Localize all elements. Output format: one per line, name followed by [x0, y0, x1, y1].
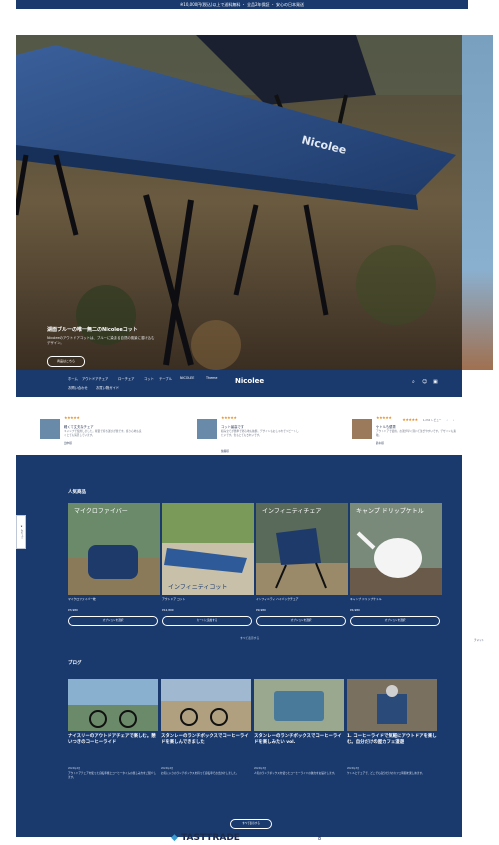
summary-stars: ★★★★★	[402, 417, 418, 422]
review-body: アウトドアで使用。お湯が早く沸いて注ぎやすいです。デザインも素敵。	[376, 430, 456, 437]
review-author: 佐藤様	[221, 450, 229, 453]
review-stars: ★★★★★	[64, 415, 80, 420]
blog-post-card[interactable]: スタンレーのランチボックスでコーヒーライドを楽しみたい vol. 2024年3月…	[254, 679, 344, 776]
blog-excerpt: アウトドアチェアを使った自転車旅とコーヒータイムの楽しみ方をご紹介します。	[68, 772, 157, 779]
product-image[interactable]: インフィニティチェア	[256, 503, 348, 595]
footer-mark: 8	[318, 836, 322, 842]
product-image-label: キャンプ ドリップケトル	[356, 508, 424, 515]
review-body: 組み立てが簡単で寝心地も抜群。デザインもおしゃれでリピートしたいです。色もとても…	[221, 430, 299, 437]
main-navigation: ホーム アウトドアチェア ローチェア コット テーブル NICOLEE Them…	[16, 370, 462, 397]
search-icon[interactable]: ⌕	[412, 379, 415, 385]
next-arrow-icon[interactable]: ›	[453, 418, 454, 422]
review-author: 田中様	[64, 442, 72, 445]
diamond-icon: ◆	[171, 833, 178, 843]
product-image-label: インフィニティチェア	[262, 508, 321, 515]
product-name[interactable]: アウトドア コット	[162, 597, 254, 606]
product-price: ¥4,980	[350, 608, 360, 612]
popular-products-heading: 人気商品	[68, 490, 86, 495]
view-all-blog-button[interactable]: すべて表示する	[230, 819, 272, 829]
blog-title[interactable]: スタンレーのランチボックスでコーヒーライドを楽しみたい vol.	[254, 734, 344, 765]
product-price: ¥9,980	[256, 608, 266, 612]
review-title: 軽くて丈夫なチェア	[64, 425, 94, 429]
nav-item-outdoor-chair[interactable]: アウトドアチェア	[82, 376, 108, 381]
product-card[interactable]: インフィニティコット アウトドア コット ¥12,800 カートに追加する	[162, 503, 254, 626]
product-image[interactable]: インフィニティコット	[162, 503, 254, 595]
product-name[interactable]: インフィニティ ハイバックチェア	[256, 597, 348, 606]
hero-shop-button[interactable]: 商品はこちら	[47, 356, 85, 367]
product-price: ¥3,980	[68, 608, 78, 612]
product-card[interactable]: キャンプ ドリップケトル キャンプ ドリップケトル ¥4,980 オプションを選…	[350, 503, 442, 626]
product-image[interactable]: マイクロファイバー	[68, 503, 160, 595]
product-image[interactable]: キャンプ ドリップケトル	[350, 503, 442, 595]
review-body: キャンプで使用しました。軽量で持ち運びが楽です。座り心地も良くとても満足していま…	[64, 430, 142, 437]
blog-image[interactable]	[347, 679, 437, 731]
hero-title: 湖面ブルーの唯一無二のNicoleeコット	[47, 327, 138, 333]
blog-image[interactable]	[161, 679, 251, 731]
select-options-button[interactable]: オプションを選択	[256, 616, 346, 626]
blog-date: 2024年3月	[254, 767, 267, 770]
nav-item-theme[interactable]: Theme	[206, 376, 217, 380]
blog-post-card[interactable]: スタンレーのランチボックスでコーヒーライドを楽しんできました 2024年4月 お…	[161, 679, 251, 776]
view-all-products-link[interactable]: すべて表示する	[240, 636, 259, 640]
blog-excerpt: お気に入りのランチボックスを持って自転車でお出かけしました。	[161, 772, 239, 775]
review-product-image	[40, 419, 60, 439]
nav-item-home[interactable]: ホーム	[68, 376, 78, 381]
blog-image[interactable]	[254, 679, 344, 731]
chat-label[interactable]: チャット	[474, 638, 484, 642]
select-options-button[interactable]: オプションを選択	[350, 616, 440, 626]
summary-count: 1,234 レビュー	[422, 419, 442, 422]
review-stars: ★★★★★	[376, 415, 392, 420]
reviews-side-tab[interactable]: ★ レビュー	[16, 515, 26, 549]
chat-icon[interactable]	[463, 636, 471, 644]
blog-title[interactable]: スタンレーのランチボックスでコーヒーライドを楽しんできました	[161, 734, 251, 765]
reviews-carousel: ★★★★★ 1,234 レビュー ‹ › ★★★★★ 軽くて丈夫なチェア キャン…	[16, 397, 462, 455]
reviews-summary: ★★★★★ 1,234 レビュー ‹ ›	[402, 406, 454, 425]
blog-title[interactable]: 1. コーヒーライドで気軽にアウトドアを楽しむ。自分だけの屋カフェ漫遊	[347, 734, 437, 765]
review-stars: ★★★★★	[221, 415, 237, 420]
prev-arrow-icon[interactable]: ‹	[447, 418, 448, 422]
select-options-button[interactable]: オプションを選択	[68, 616, 158, 626]
logo-text: Nicolee	[235, 377, 265, 385]
review-author: 鈴木様	[376, 442, 384, 445]
blog-image[interactable]	[68, 679, 158, 731]
nav-item-low-chair[interactable]: ローチェア	[118, 376, 134, 381]
product-price: ¥12,800	[162, 608, 174, 612]
blog-heading: ブログ	[68, 661, 82, 666]
product-name[interactable]: マイクロファイバー枕	[68, 597, 160, 606]
hero-subtitle: Nicoleeのアウトドアコットは、ブルーに染まる自然の風景に溶け込むデザイン。	[47, 336, 155, 345]
footer-logo-text: TASTTRADE	[181, 833, 240, 843]
hero-image: Nicolee	[16, 35, 462, 370]
product-card[interactable]: インフィニティチェア インフィニティ ハイバックチェア ¥9,980 オプション…	[256, 503, 348, 626]
footer-logo: ◆ TASTTRADE	[171, 833, 240, 843]
brand-logo[interactable]: Nicolee	[235, 377, 264, 385]
nav-item-nicolee[interactable]: NICOLEE	[180, 376, 194, 380]
blog-post-card[interactable]: ナイスリーのアウトドアチェアで楽しむ。憩いつきのコーヒーライド 2024年4月 …	[68, 679, 158, 780]
blog-date: 2024年3月	[347, 767, 360, 770]
product-name[interactable]: キャンプ ドリップケトル	[350, 597, 442, 606]
review-title: コット最高です	[221, 425, 245, 429]
review-product-image	[352, 419, 372, 439]
hero-next-slide[interactable]	[462, 35, 493, 370]
product-image-label: マイクロファイバー	[74, 508, 128, 515]
blog-date: 2024年4月	[68, 767, 81, 770]
nav-item-guide[interactable]: お買い物ガイド	[96, 385, 119, 390]
review-product-image	[197, 419, 217, 439]
content-section: 人気商品 マイクロファイバー マイクロファイバー枕 ¥3,980 オプションを選…	[16, 455, 462, 837]
announcement-bar: ※10,000円(税込)以上で送料無料 ・ 全品2年保証 ・ 安心の日本発送	[16, 0, 468, 9]
add-to-cart-button[interactable]: カートに追加する	[162, 616, 252, 626]
hero-banner: Nicolee	[16, 35, 462, 370]
product-image-label: インフィニティコット	[168, 584, 227, 591]
product-card[interactable]: マイクロファイバー マイクロファイバー枕 ¥3,980 オプションを選択	[68, 503, 160, 626]
cart-icon[interactable]: ▣	[433, 379, 438, 385]
review-title: ケトルも優秀	[376, 425, 396, 429]
account-icon[interactable]: ☺	[422, 379, 427, 385]
blog-date: 2024年4月	[161, 767, 174, 770]
blog-excerpt: 人気のランチボックスを使ったコーヒーライドの魅力をお届けします。	[254, 772, 337, 775]
nav-item-cot[interactable]: コット	[144, 376, 154, 381]
blog-post-card[interactable]: 1. コーヒーライドで気軽にアウトドアを楽しむ。自分だけの屋カフェ漫遊 2024…	[347, 679, 437, 776]
nav-item-table[interactable]: テーブル	[159, 376, 172, 381]
nav-item-contact[interactable]: お問い合わせ	[68, 385, 88, 390]
blog-title[interactable]: ナイスリーのアウトドアチェアで楽しむ。憩いつきのコーヒーライド	[68, 734, 158, 765]
blog-excerpt: ケトルとチェアで、どこでも自分だけのカフェ時間を楽しめます。	[347, 772, 425, 775]
